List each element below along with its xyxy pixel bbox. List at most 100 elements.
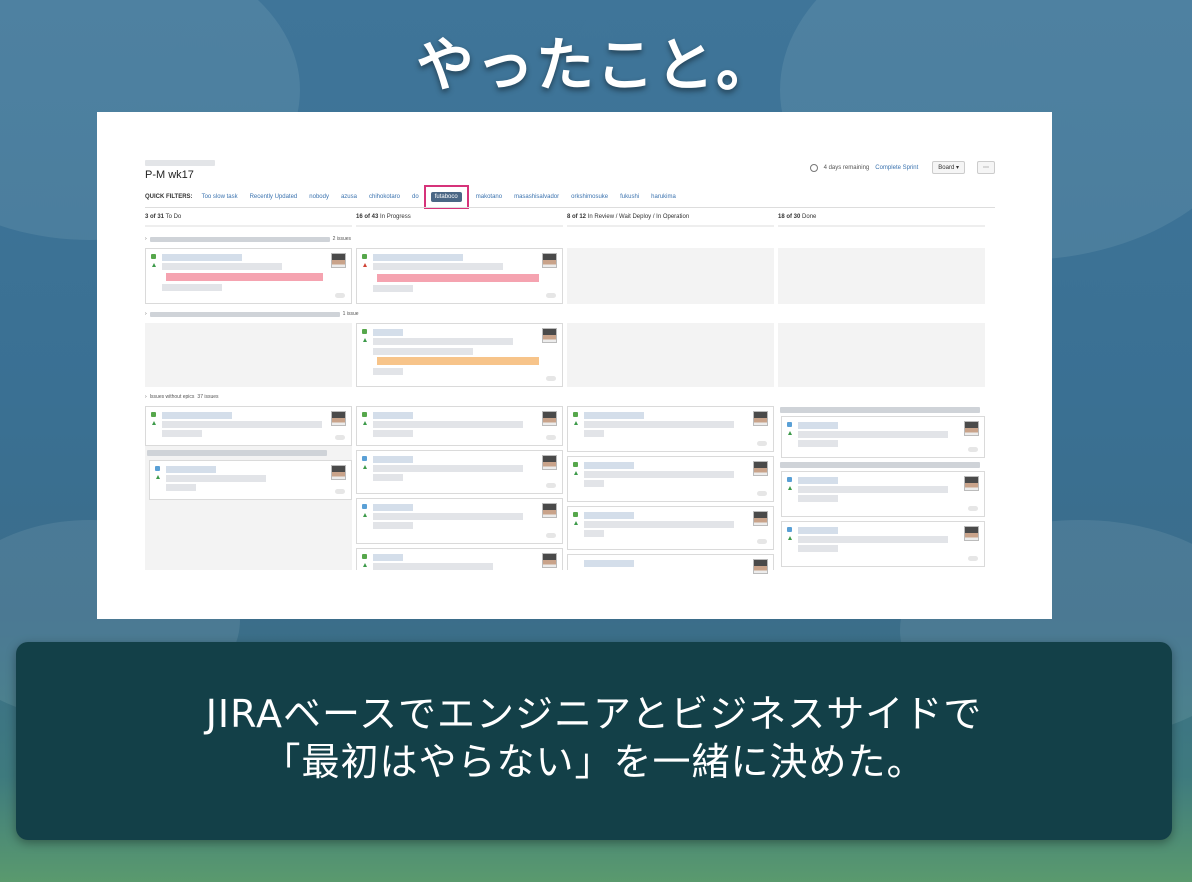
sprint-toolbar: 4 days remaining Complete Sprint Board ▾… [809,161,995,174]
issue-card[interactable] [567,406,774,452]
priority-arrow-icon [363,338,367,342]
quick-filter[interactable]: azusa [341,194,357,200]
slide-title: やったこと。 [415,31,776,99]
issue-card[interactable] [356,548,563,570]
avatar [542,455,557,470]
column-header-in-review: 8 of 12 In Review / Wait Deploy / In Ope… [567,214,690,220]
highlight-box [423,185,469,209]
priority-arrow-icon [363,513,367,517]
column-underline [356,225,563,227]
quick-filter[interactable]: do [412,194,419,200]
task-type-icon [787,422,792,427]
priority-arrow-icon [363,465,367,469]
story-type-icon [151,412,156,417]
swimlane-count: 37 issues [197,394,219,400]
empty-cell [778,323,985,387]
issue-card[interactable] [356,248,563,304]
caption-line-2: 「最初はやらない」を一緒に決めた。 [262,740,926,784]
task-type-icon [787,477,792,482]
avatar [331,465,346,480]
quick-filters: QUICK FILTERS: Too slow task Recently Up… [145,185,688,209]
story-type-icon [573,512,578,517]
blurred-epic-label [780,407,980,413]
issue-card[interactable] [781,521,985,567]
caption-box: JIRAベースでエンジニアとビジネスサイドで 「最初はやらない」を一緒に決めた。 [16,642,1172,840]
priority-arrow-icon [152,421,156,425]
quick-filter-active[interactable]: futaboco [423,185,469,209]
column-header-todo: 3 of 31 To Do [145,214,182,220]
swimlane-header[interactable]: › Issues without epics 37 issues [145,394,219,400]
column-header-in-progress: 16 of 43 In Progress [356,214,411,220]
avatar [753,511,768,526]
issue-card[interactable] [356,498,563,544]
column-underline [778,225,985,227]
quick-filter[interactable]: chihokotaro [369,194,400,200]
quick-filter[interactable]: Recently Updated [250,194,298,200]
priority-arrow-icon [574,521,578,525]
clock-icon [809,163,818,172]
caption: JIRAベースでエンジニアとビジネスサイドで 「最初はやらない」を一緒に決めた。 [16,690,1172,786]
avatar [331,253,346,268]
priority-arrow-icon [574,471,578,475]
quick-filter[interactable]: masashisalvador [514,194,559,200]
swimlane-header[interactable]: › 1 issue [145,311,359,317]
task-type-icon [362,504,367,509]
quick-filter[interactable]: orkshimosuke [571,194,608,200]
story-type-icon [573,462,578,467]
priority-arrow-icon [788,486,792,490]
priority-arrow-icon [152,263,156,267]
orange-highlight [377,357,539,365]
board-dropdown-button[interactable]: Board ▾ [932,161,965,174]
story-type-icon [573,412,578,417]
issue-card[interactable] [567,554,774,574]
avatar [331,411,346,426]
avatar [542,503,557,518]
issue-card[interactable] [356,406,563,446]
story-type-icon [362,554,367,559]
more-button[interactable]: ⋯ [977,161,995,174]
issue-card[interactable] [356,450,563,494]
task-type-icon [787,527,792,532]
blurred-epic-label [780,462,980,468]
issue-card[interactable] [781,471,985,517]
story-type-icon [362,254,367,259]
swimlane-count: 1 issue [342,311,359,317]
priority-arrow-icon [156,475,160,479]
issue-card[interactable] [145,406,352,446]
avatar [964,476,979,491]
issue-card[interactable] [567,456,774,502]
swimlane-header[interactable]: › 2 issues [145,236,351,242]
quick-filter[interactable]: makotano [476,194,502,200]
sprint-title: P-M wk17 [145,169,194,181]
priority-arrow-icon [363,563,367,567]
red-highlight [377,274,539,282]
column-underline [145,225,352,227]
task-type-icon [155,466,160,471]
issue-card[interactable] [149,460,352,500]
issue-card[interactable] [567,506,774,550]
issue-card[interactable] [781,416,985,458]
story-type-icon [151,254,156,259]
quick-filter[interactable]: nobody [309,194,329,200]
quick-filter[interactable]: harukima [651,194,676,200]
swimlane-count: 2 issues [332,236,352,242]
blurred-project-name [145,160,215,166]
priority-arrow-icon [574,421,578,425]
divider [145,207,995,208]
issue-card[interactable] [356,323,563,387]
story-type-icon [362,329,367,334]
story-type-icon [362,412,367,417]
swimlane-label: Issues without epics [149,394,195,400]
avatar [964,526,979,541]
quick-filter[interactable]: fukushi [620,194,639,200]
avatar [753,559,768,574]
quick-filter[interactable]: Too slow task [202,194,238,200]
issue-card[interactable] [145,248,352,304]
caption-line-1: JIRAベースでエンジニアとビジネスサイドで [205,692,983,736]
avatar [964,421,979,436]
empty-cell [567,248,774,304]
complete-sprint-link[interactable]: Complete Sprint [875,165,918,171]
avatar [753,461,768,476]
priority-arrow-icon [363,421,367,425]
red-highlight [166,273,323,281]
